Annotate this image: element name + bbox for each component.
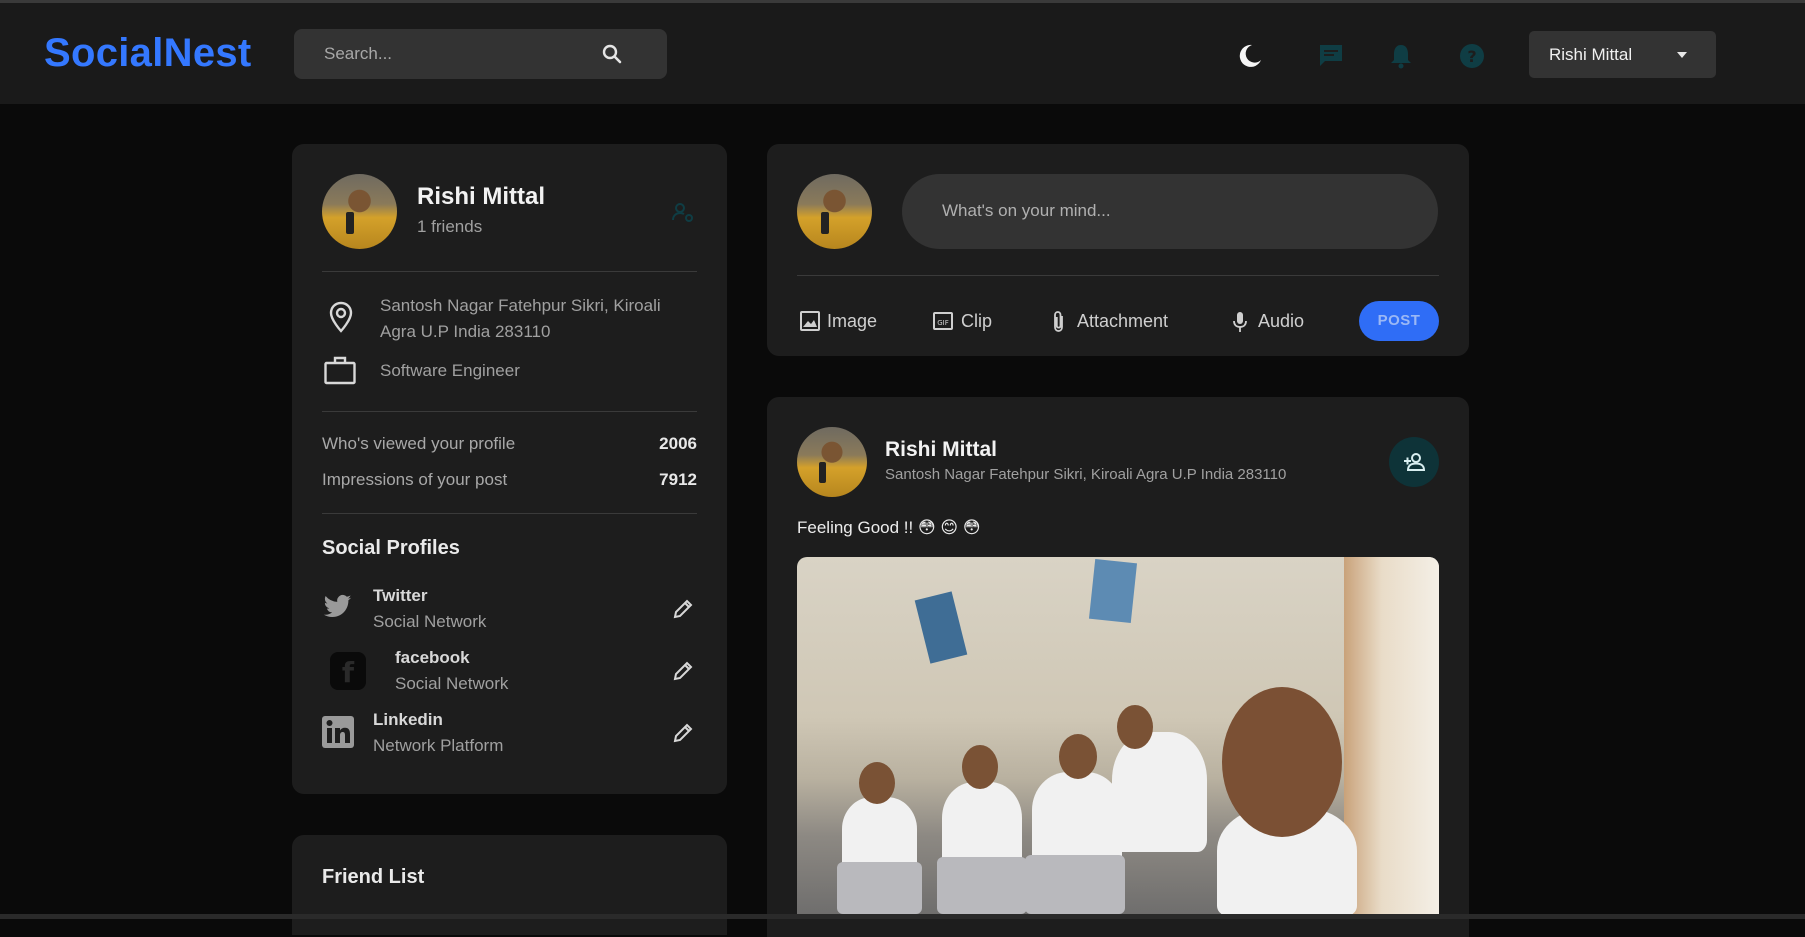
image-icon <box>800 311 820 331</box>
briefcase-icon <box>324 356 356 385</box>
post-author-avatar[interactable] <box>797 427 867 497</box>
bottom-border <box>0 914 1805 919</box>
search-bar[interactable]: Search... <box>294 29 667 79</box>
stat-value-impressions: 7912 <box>659 470 697 489</box>
divider <box>797 275 1439 276</box>
help-icon[interactable]: ? <box>1457 41 1487 71</box>
composer-action-audio[interactable]: Audio <box>1230 309 1310 335</box>
user-select-value: Rishi Mittal <box>1549 45 1633 64</box>
profile-friends-count: 1 friends <box>417 217 483 236</box>
search-input[interactable]: Search... <box>324 44 392 64</box>
post-input[interactable]: What's on your mind... <box>902 174 1438 249</box>
divider <box>322 411 697 412</box>
app-logo[interactable]: SocialNest <box>44 31 252 76</box>
user-select-dropdown[interactable]: Rishi Mittal <box>1529 31 1716 78</box>
microphone-icon <box>1233 312 1247 332</box>
profile-occupation: Software Engineer <box>380 361 520 380</box>
add-friend-button[interactable] <box>1389 437 1439 487</box>
composer-action-clip[interactable]: GIF Clip <box>932 309 1002 335</box>
dark-mode-icon[interactable] <box>1235 41 1265 71</box>
facebook-icon: f <box>330 652 366 690</box>
post-button[interactable]: POST <box>1359 301 1439 341</box>
navbar: SocialNest Search... ? Rishi Mittal <box>0 3 1805 104</box>
post-image[interactable] <box>797 557 1439 914</box>
svg-text:?: ? <box>1467 47 1476 66</box>
caret-down-icon <box>1677 52 1687 58</box>
composer-avatar[interactable] <box>797 174 872 249</box>
edit-icon[interactable] <box>671 721 695 745</box>
attachment-icon <box>1054 311 1063 332</box>
person-add-icon <box>1404 453 1426 471</box>
stat-label-profile-views: Who's viewed your profile <box>322 434 516 453</box>
svg-text:GIF: GIF <box>937 319 949 327</box>
notification-bell-icon[interactable] <box>1386 41 1416 71</box>
edit-icon[interactable] <box>671 659 695 683</box>
social-sub-facebook: Social Network <box>395 674 509 693</box>
stat-value-profile-views: 2006 <box>659 434 697 453</box>
divider <box>322 271 697 272</box>
composer-action-attachment[interactable]: Attachment <box>1049 309 1175 335</box>
profile-avatar[interactable] <box>322 174 397 249</box>
manage-accounts-icon[interactable] <box>671 200 695 224</box>
social-profiles-title: Social Profiles <box>322 537 460 559</box>
social-name-twitter: Twitter <box>373 586 428 605</box>
stat-label-impressions: Impressions of your post <box>322 470 508 489</box>
profile-location: Santosh Nagar Fatehpur Sikri, Kiroali Ag… <box>380 296 661 341</box>
post-author-name[interactable]: Rishi Mittal <box>885 438 997 462</box>
location-pin-icon <box>329 301 353 333</box>
profile-name[interactable]: Rishi Mittal <box>417 183 545 211</box>
twitter-icon <box>323 594 352 618</box>
social-sub-twitter: Social Network <box>373 612 487 631</box>
linkedin-icon <box>322 716 354 748</box>
edit-icon[interactable] <box>671 597 695 621</box>
search-icon[interactable] <box>600 42 624 66</box>
message-icon[interactable] <box>1316 41 1346 71</box>
post-text: Feeling Good !! 😳 😊 😳 <box>797 518 981 537</box>
social-name-linkedin: Linkedin <box>373 710 443 729</box>
composer-action-image[interactable]: Image <box>799 309 889 335</box>
social-name-facebook: facebook <box>395 648 470 667</box>
svg-text:f: f <box>342 656 355 689</box>
post-input-placeholder: What's on your mind... <box>942 201 1111 220</box>
friend-list-title: Friend List <box>322 866 425 888</box>
social-sub-linkedin: Network Platform <box>373 736 504 755</box>
gif-icon: GIF <box>933 312 953 330</box>
post-author-location: Santosh Nagar Fatehpur Sikri, Kiroali Ag… <box>885 466 1287 483</box>
divider <box>322 513 697 514</box>
